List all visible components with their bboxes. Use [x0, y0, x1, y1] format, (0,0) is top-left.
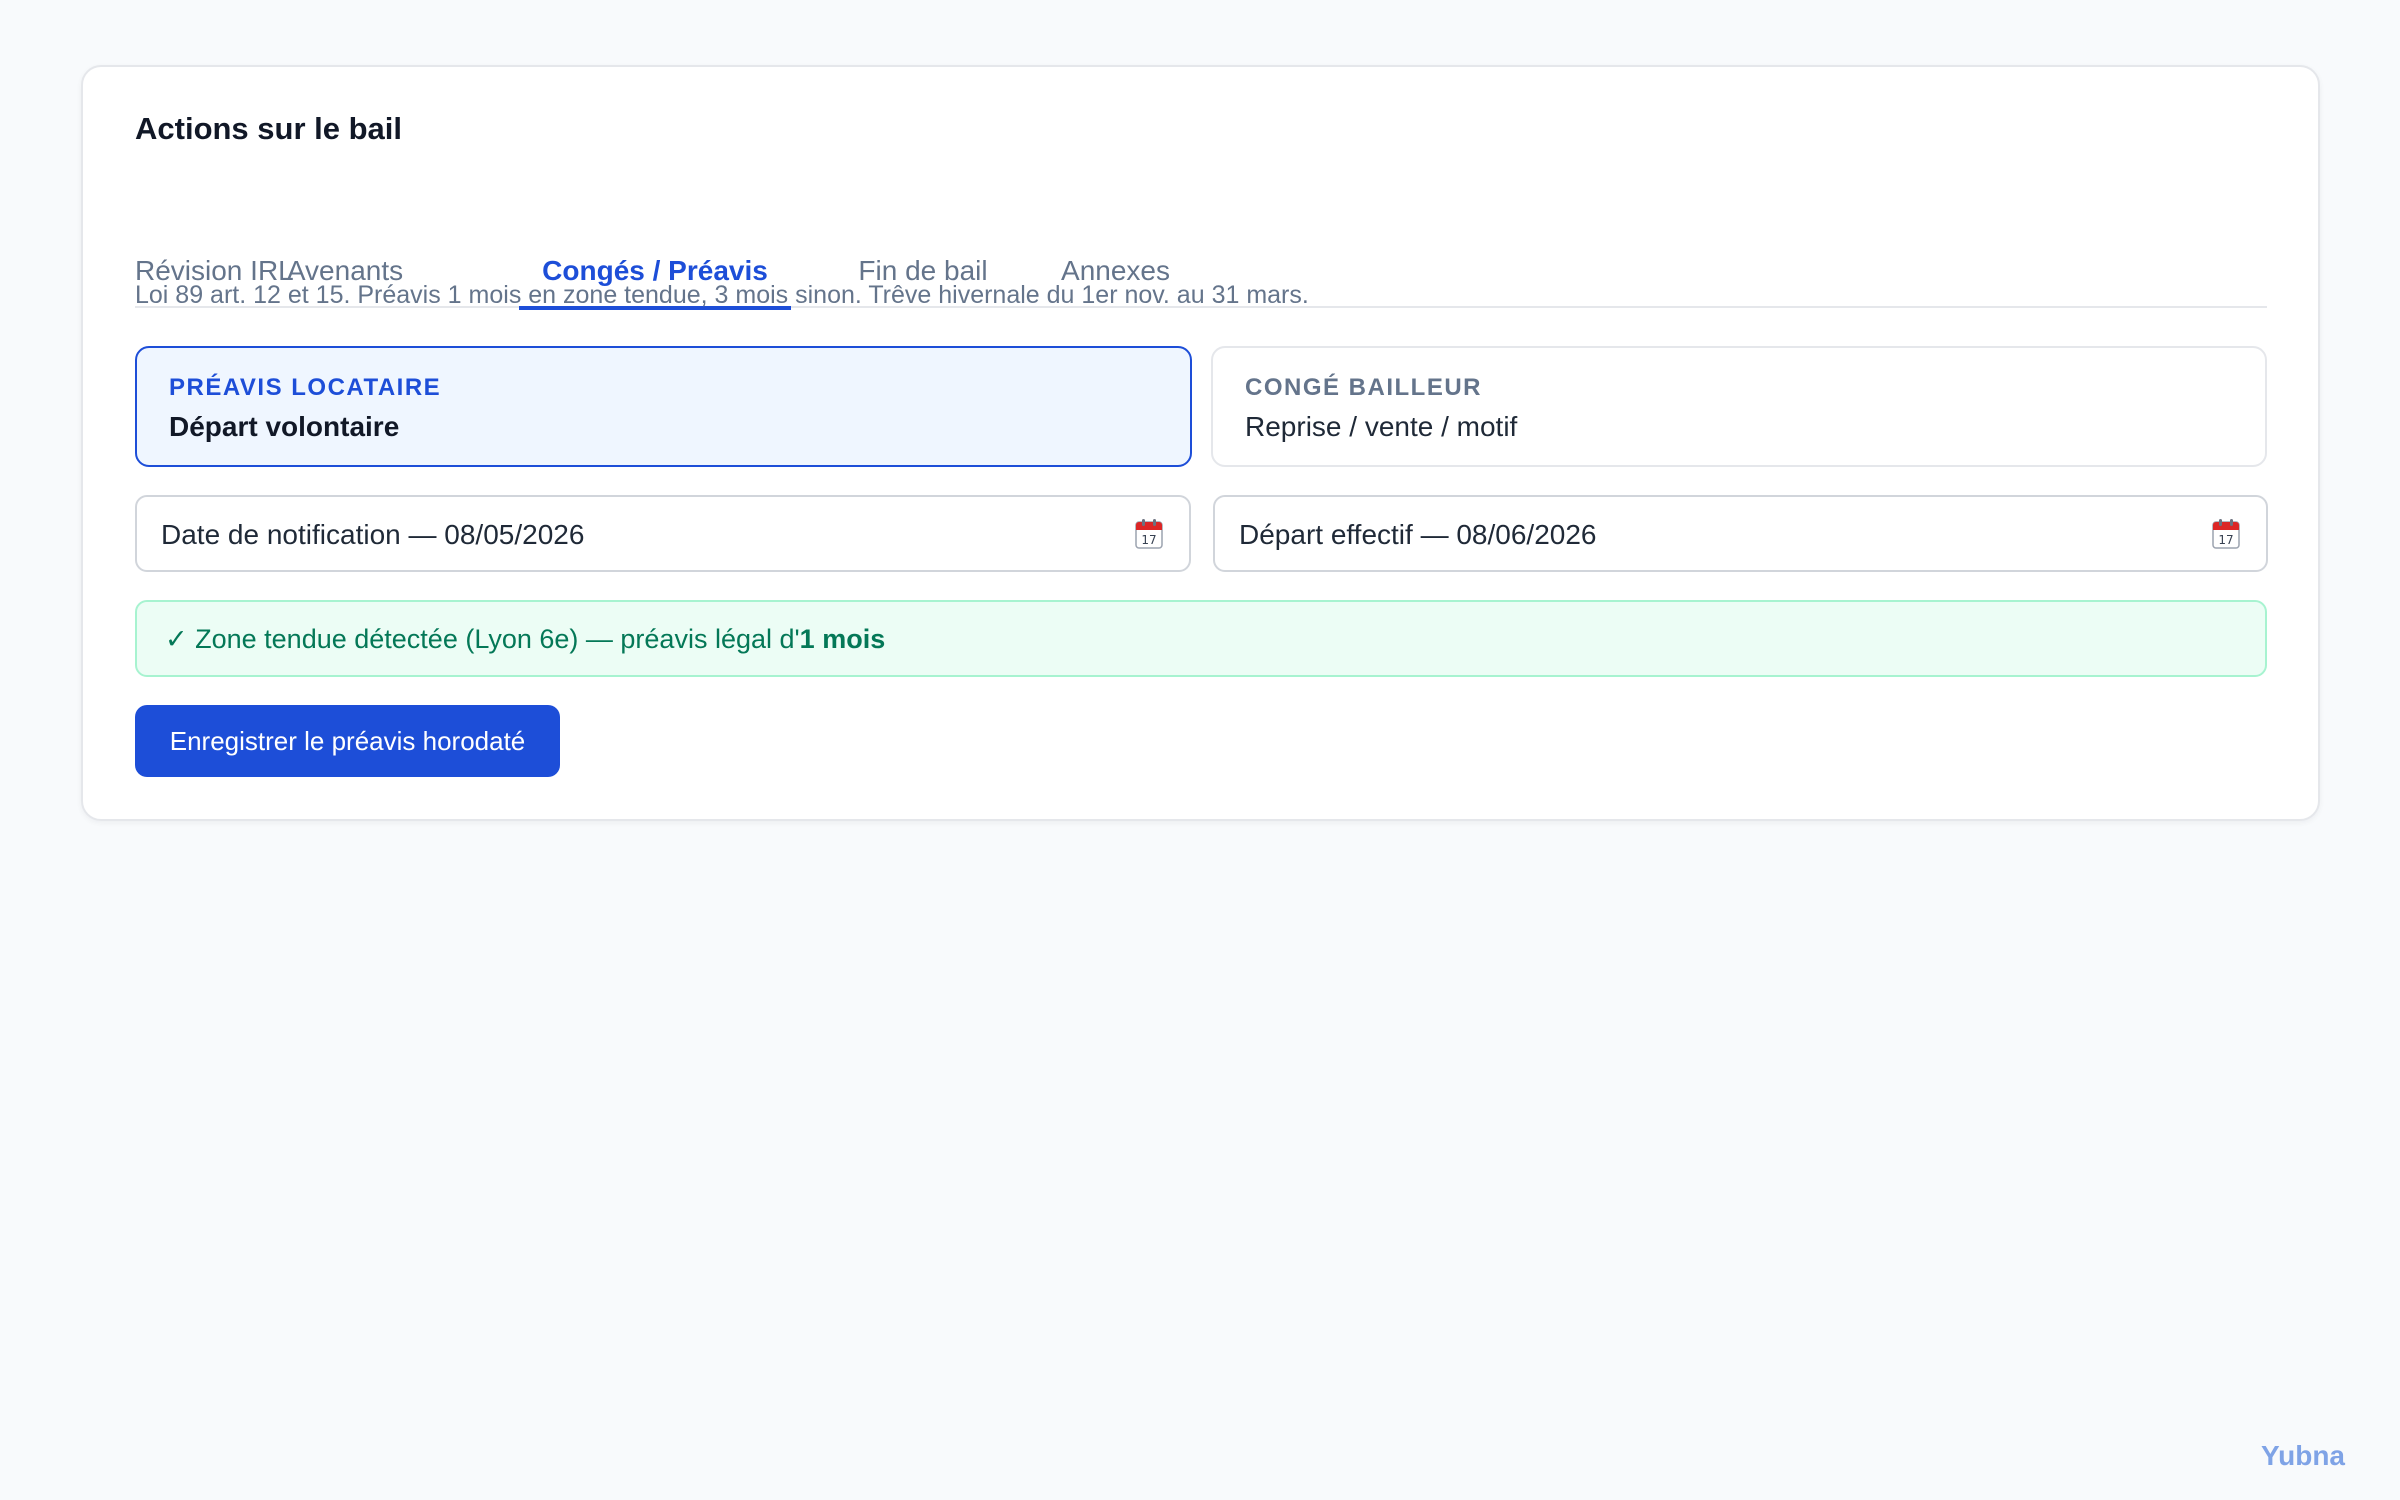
lease-actions-card: Actions sur le bail Révision IRL Avenant…: [81, 65, 2320, 821]
legal-notice: Loi 89 art. 12 et 15. Préavis 1 mois en …: [135, 281, 1309, 309]
option-label: Départ volontaire: [169, 411, 400, 442]
effective-departure-field[interactable]: Départ effectif — 08/06/2026 17: [1213, 495, 2268, 572]
zone-tendue-alert: ✓ Zone tendue détectée (Lyon 6e) — préav…: [135, 600, 2267, 677]
option-conge-bailleur[interactable]: Congé bailleur Reprise / vente / motif: [1211, 346, 2267, 467]
svg-text:17: 17: [1141, 533, 1156, 547]
calendar-icon[interactable]: 17: [2212, 519, 2240, 549]
svg-text:17: 17: [2218, 533, 2233, 547]
alert-emphasis: 1 mois: [799, 624, 886, 654]
option-preavis-locataire[interactable]: Préavis locataire Départ volontaire: [135, 346, 1192, 467]
option-kicker: Congé bailleur: [1245, 374, 1482, 401]
save-notice-button[interactable]: Enregistrer le préavis horodaté: [135, 705, 560, 777]
brand-logo: Yubna: [2260, 1440, 2345, 1471]
option-kicker: Préavis locataire: [169, 374, 442, 401]
date-field-value: Date de notification — 08/05/2026: [161, 519, 585, 550]
card-title: Actions sur le bail: [135, 111, 403, 146]
notification-date-field[interactable]: Date de notification — 08/05/2026 17: [135, 495, 1191, 572]
option-label: Reprise / vente / motif: [1245, 411, 1518, 442]
calendar-icon[interactable]: 17: [1135, 519, 1163, 549]
date-field-value: Départ effectif — 08/06/2026: [1239, 519, 1597, 550]
alert-text: ✓ Zone tendue détectée (Lyon 6e) — préav…: [165, 624, 800, 654]
